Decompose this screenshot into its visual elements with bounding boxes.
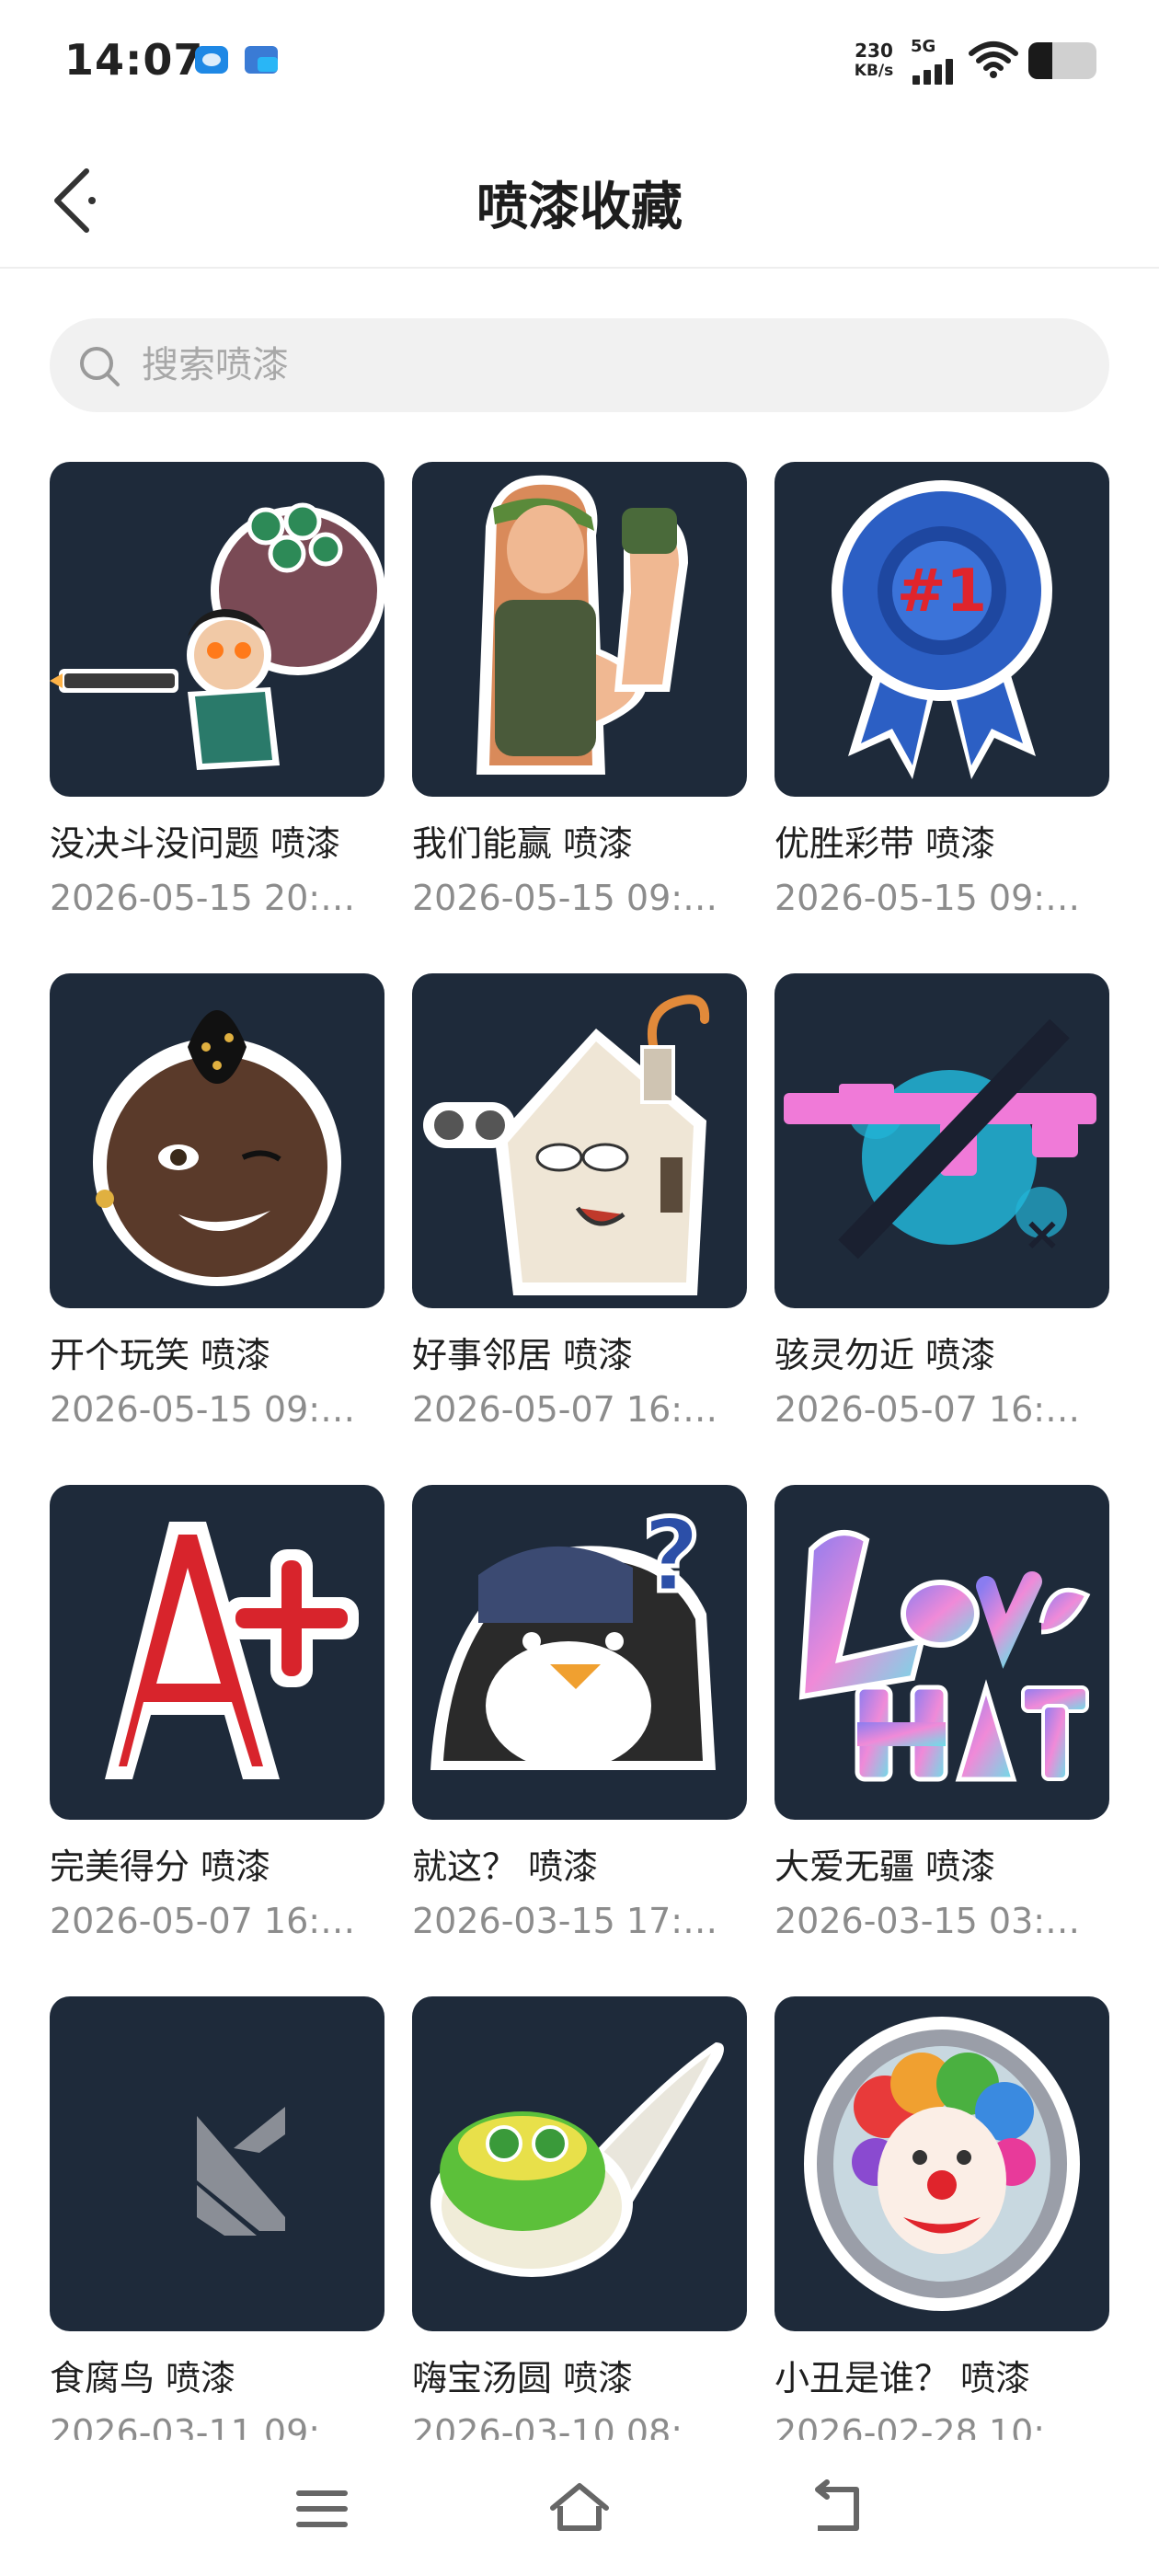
spray-card[interactable]: 开个玩笑 喷漆 2026-05-15 09:… — [50, 973, 384, 1452]
spray-title: 好事邻居 喷漆 — [412, 1335, 634, 1375]
spray-title: 食腐鸟 喷漆 — [50, 2358, 236, 2398]
chat-app-icon — [245, 46, 278, 74]
spray-card[interactable]: #1 优胜彩带 喷漆 2026-05-15 09:… — [775, 462, 1109, 940]
status-bar: 14:07 230 KB/s 5G — [0, 0, 1159, 129]
spray-thumbnail[interactable] — [775, 1485, 1109, 1820]
spray-title: 优胜彩带 喷漆 — [775, 823, 996, 864]
search-bar[interactable] — [50, 318, 1109, 412]
spray-thumbnail[interactable] — [50, 973, 384, 1308]
spray-thumbnail[interactable] — [50, 462, 384, 797]
battery-icon — [1028, 42, 1096, 79]
spray-card[interactable]: 没决斗没问题 喷漆 2026-05-15 20:… — [50, 462, 384, 940]
baidu-app-icon — [195, 46, 228, 74]
winking-character-icon — [93, 1010, 341, 1286]
spray-date: 2026-05-15 09:… — [412, 878, 718, 918]
menu-icon[interactable] — [290, 2477, 354, 2541]
spray-title: 完美得分 喷漆 — [50, 1846, 271, 1887]
spray-title: 就这？ 喷漆 — [412, 1846, 599, 1887]
network-speed: 230 KB/s — [844, 40, 903, 81]
spray-title: 我们能赢 喷漆 — [412, 823, 634, 864]
penguin-question-mark-icon: ? — [430, 1495, 716, 1770]
spray-date: 2026-03-15 17:… — [412, 1901, 718, 1941]
page-title: 喷漆收藏 — [476, 178, 683, 237]
spray-thumbnail[interactable] — [775, 1996, 1109, 2331]
a-plus-grade-icon — [105, 1522, 359, 1779]
spray-thumbnail[interactable]: × — [775, 973, 1109, 1308]
crossed-out-rifle-icon: × — [784, 1018, 1096, 1260]
spray-date: 2026-03-11 09:… — [50, 2412, 356, 2440]
spray-date: 2026-05-07 16:… — [412, 1389, 718, 1430]
spray-date: 2026-05-15 20:… — [50, 878, 356, 918]
search-input[interactable] — [142, 335, 1061, 396]
spray-title: 没决斗没问题 喷漆 — [50, 823, 341, 864]
spray-thumbnail[interactable] — [412, 462, 747, 797]
status-time: 14:07 — [64, 35, 204, 85]
spray-card[interactable]: 嗨宝汤圆 喷漆 2026-03-10 08:… — [412, 1996, 747, 2440]
spray-date: 2026-05-15 09:… — [50, 1389, 356, 1430]
signal-strength-icon — [912, 55, 958, 85]
spray-card[interactable]: 我们能赢 喷漆 2026-05-15 09:… — [412, 462, 747, 940]
network-speed-value: 230 — [855, 40, 893, 62]
spray-thumbnail[interactable]: #1 — [775, 462, 1109, 797]
spray-date: 2026-03-15 03:… — [775, 1901, 1081, 1941]
spray-title: 大爱无疆 喷漆 — [775, 1846, 996, 1887]
svg-text:#1: #1 — [897, 558, 987, 626]
spray-thumbnail[interactable] — [412, 1996, 747, 2331]
number-one-ribbon-icon: #1 — [832, 480, 1052, 779]
spray-title: 开个玩笑 喷漆 — [50, 1335, 271, 1375]
character-carrying-sack-icon — [50, 502, 384, 770]
spray-card[interactable]: 大爱无疆 喷漆 2026-03-15 03:… — [775, 1485, 1109, 1963]
spray-title: 骇灵勿近 喷漆 — [775, 1335, 996, 1375]
network-speed-unit: KB/s — [854, 62, 894, 80]
dumpling-on-spoon-icon — [430, 2042, 724, 2277]
spray-card[interactable]: ? 就这？ 喷漆 2026-03-15 17:… — [412, 1485, 747, 1963]
spray-date: 2026-05-07 16:… — [50, 1901, 356, 1941]
spray-title: 小丑是谁？ 喷漆 — [775, 2358, 1031, 2398]
svg-text:×: × — [1023, 1207, 1061, 1260]
spray-title: 嗨宝汤圆 喷漆 — [412, 2358, 634, 2398]
spray-card[interactable]: 好事邻居 喷漆 2026-05-07 16:… — [412, 973, 747, 1452]
house-with-binoculars-icon — [423, 995, 710, 1295]
spray-thumbnail[interactable] — [50, 1996, 384, 2331]
search-icon — [80, 347, 120, 386]
spray-date: 2026-02-28 10:… — [775, 2412, 1081, 2440]
home-icon[interactable] — [547, 2477, 612, 2541]
spray-grid: 没决斗没问题 喷漆 2026-05-15 20:… 我们能赢 喷漆 2026-0… — [50, 462, 1109, 2440]
spray-card[interactable]: 完美得分 喷漆 2026-05-07 16:… — [50, 1485, 384, 1963]
top-app-bar: 喷漆收藏 — [0, 129, 1159, 269]
spray-card[interactable]: × 骇灵勿近 喷漆 2026-05-07 16:… — [775, 973, 1109, 1452]
spray-card[interactable]: 小丑是谁？ 喷漆 2026-02-28 10:… — [775, 1996, 1109, 2440]
system-navigation-bar — [0, 2440, 1159, 2576]
clown-in-mirror-icon — [804, 2017, 1080, 2311]
love-over-hate-icon — [798, 1530, 1091, 1782]
valorant-logo-icon — [197, 2107, 285, 2236]
spray-thumbnail[interactable] — [412, 973, 747, 1308]
spray-card[interactable]: 食腐鸟 喷漆 2026-03-11 09:… — [50, 1996, 384, 2440]
spray-date: 2026-05-15 09:… — [775, 878, 1081, 918]
spray-thumbnail[interactable] — [50, 1485, 384, 1820]
network-type-label: 5G — [911, 37, 936, 56]
spray-thumbnail[interactable]: ? — [412, 1485, 747, 1820]
spray-date: 2026-05-07 16:… — [775, 1389, 1081, 1430]
svg-text:?: ? — [642, 1497, 701, 1615]
back-nav-icon[interactable] — [805, 2477, 869, 2541]
flexing-arm-character-icon — [476, 475, 688, 775]
spray-date: 2026-03-10 08:… — [412, 2412, 718, 2440]
wifi-icon — [969, 41, 1018, 78]
battery-level — [1028, 42, 1052, 79]
